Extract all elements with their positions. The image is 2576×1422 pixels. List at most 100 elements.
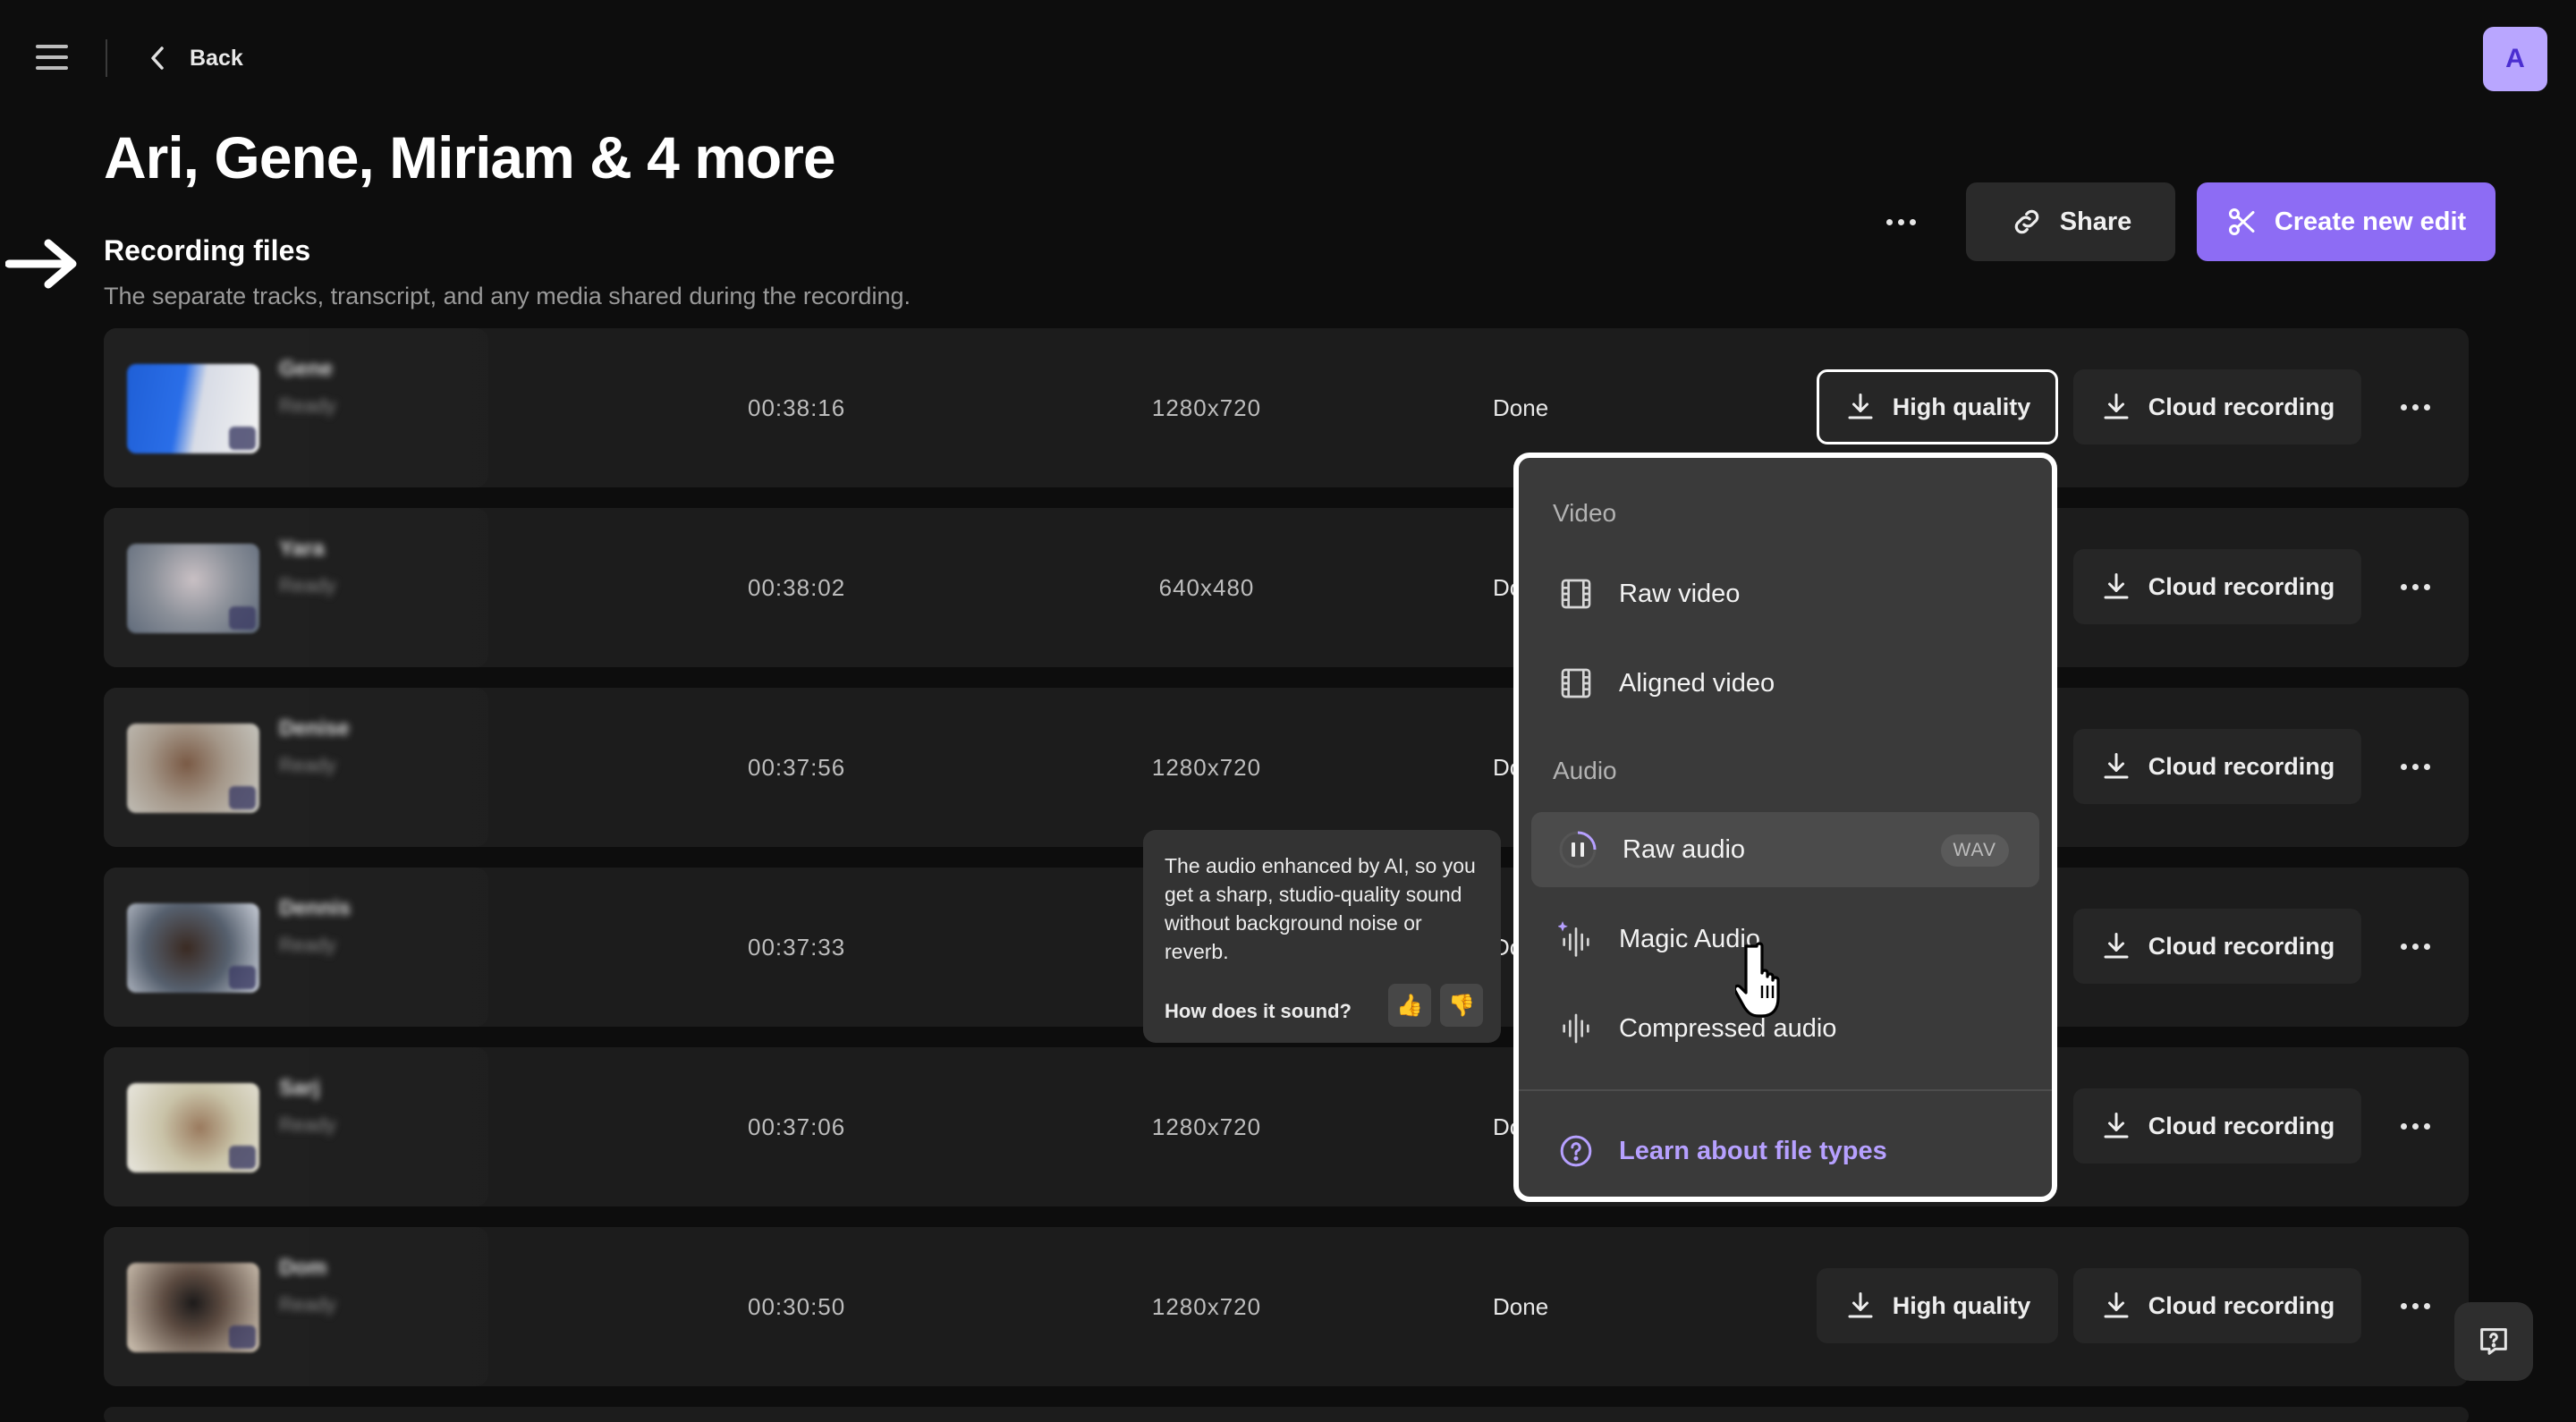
compressed-audio-label: Compressed audio xyxy=(1619,1013,1837,1043)
duration: 00:38:02 xyxy=(748,574,846,601)
row-more-button[interactable] xyxy=(2386,562,2444,612)
participant-name: Gene xyxy=(279,357,334,381)
film-icon xyxy=(1561,668,1591,698)
cloud-recording-label: Cloud recording xyxy=(2148,752,2335,780)
participant-state: Ready xyxy=(279,754,336,776)
download-icon xyxy=(1848,394,1873,419)
raw-audio-option[interactable]: Raw audio WAV xyxy=(1531,812,2039,887)
link-icon xyxy=(2014,209,2038,234)
recording-row[interactable]: YaraReady 00:38:02 640x480 Done Cloud re… xyxy=(104,508,2469,667)
participant-name: Denise xyxy=(279,716,350,741)
cloud-recording-button[interactable]: Cloud recording xyxy=(2073,549,2361,624)
video-thumbnail xyxy=(127,544,259,633)
duration: 00:38:16 xyxy=(748,394,846,421)
resolution: 1280x720 xyxy=(1151,1293,1262,1320)
help-chat-icon xyxy=(2480,1328,2507,1355)
create-new-edit-button[interactable]: Create new edit xyxy=(2197,182,2496,261)
video-heading: Video xyxy=(1553,499,1617,527)
section-subtitle: The separate tracks, transcript, and any… xyxy=(104,283,911,309)
download-icon xyxy=(2104,394,2129,419)
recording-row[interactable]: Gene Ready 00:38:16 1280x720 Done High qu… xyxy=(104,328,2469,487)
aligned-video-option[interactable]: Aligned video xyxy=(1531,646,2039,721)
cloud-recording-button[interactable]: Cloud recording xyxy=(2073,729,2361,804)
video-thumbnail xyxy=(127,1263,259,1352)
download-icon xyxy=(2104,753,2129,779)
participant-state: Ready xyxy=(279,1293,336,1316)
download-icon xyxy=(2104,1292,2129,1318)
learn-label: Learn about file types xyxy=(1619,1136,1887,1165)
wav-badge: WAV xyxy=(1940,834,2009,867)
participant-state: Ready xyxy=(279,1113,336,1136)
cloud-recording-label: Cloud recording xyxy=(2148,932,2335,960)
high-quality-button[interactable]: High quality xyxy=(1817,1268,2058,1343)
arrow-right-icon xyxy=(5,239,77,289)
cloud-recording-label: Cloud recording xyxy=(2148,1291,2335,1319)
status: Done xyxy=(1493,1293,1549,1320)
download-icon xyxy=(2104,933,2129,959)
sparkle-waveform-icon xyxy=(1558,921,1589,957)
help-circle-icon xyxy=(1560,1135,1592,1167)
share-button[interactable]: Share xyxy=(1966,182,2175,261)
divider xyxy=(106,39,107,77)
video-thumbnail xyxy=(127,1083,259,1172)
divider xyxy=(1519,1089,2052,1091)
row-more-button[interactable] xyxy=(2386,382,2444,432)
video-thumbnail xyxy=(127,903,259,993)
back-label: Back xyxy=(190,45,243,71)
waveform-icon xyxy=(1563,1013,1589,1044)
help-button[interactable] xyxy=(2454,1302,2533,1381)
create-label: Create new edit xyxy=(2274,207,2467,236)
participant-name: Yara xyxy=(279,537,325,561)
high-quality-label: High quality xyxy=(1892,1291,2031,1319)
back-button[interactable]: Back xyxy=(150,40,243,76)
download-icon xyxy=(1848,1292,1873,1318)
row-more-button[interactable] xyxy=(2386,1101,2444,1151)
resolution: 640x480 xyxy=(1158,574,1255,601)
pause-loading-icon xyxy=(1559,831,1597,868)
header-actions: Share Create new edit xyxy=(1869,182,2496,261)
cloud-recording-button[interactable]: Cloud recording xyxy=(2073,909,2361,984)
participant-name: Dennis xyxy=(279,896,352,920)
participant-name: Sarj xyxy=(279,1076,320,1100)
learn-file-types-link[interactable]: Learn about file types xyxy=(1531,1120,1887,1182)
recording-row[interactable]: SarjReady 00:37:06 1280x720 Done Cloud r… xyxy=(104,1047,2469,1206)
row-more-button[interactable] xyxy=(2386,741,2444,791)
raw-video-label: Raw video xyxy=(1619,579,1741,608)
recording-row xyxy=(104,1407,2469,1422)
recording-row[interactable]: DeniseReady 00:37:56 1280x720 Done Cloud… xyxy=(104,688,2469,847)
row-more-button[interactable] xyxy=(2386,921,2444,971)
cloud-recording-button[interactable]: Cloud recording xyxy=(2073,1268,2361,1343)
participant-state: Ready xyxy=(279,934,336,956)
recording-row[interactable]: Dom Ready 00:30:50 1280x720 Done High qua… xyxy=(104,1227,2469,1386)
video-thumbnail xyxy=(127,724,259,813)
aligned-video-label: Aligned video xyxy=(1619,668,1775,698)
cloud-recording-button[interactable]: Cloud recording xyxy=(2073,369,2361,444)
participant-name: Dom xyxy=(279,1256,327,1280)
duration: 00:37:33 xyxy=(748,934,846,961)
top-bar: Back A xyxy=(0,0,2576,116)
menu-icon[interactable] xyxy=(36,45,68,72)
thumbs-up-icon[interactable]: 👍 xyxy=(1388,984,1431,1027)
duration: 00:37:56 xyxy=(748,754,846,781)
high-quality-label: High quality xyxy=(1892,393,2031,420)
avatar[interactable]: A xyxy=(2483,27,2547,91)
thumbs-down-icon[interactable]: 👎 xyxy=(1440,984,1483,1027)
chevron-left-icon xyxy=(151,47,164,70)
video-thumbnail xyxy=(127,364,259,453)
tooltip-text: The audio enhanced by AI, so you get a s… xyxy=(1165,854,1476,963)
row-more-button[interactable] xyxy=(2386,1281,2444,1331)
raw-video-option[interactable]: Raw video xyxy=(1531,556,2039,631)
section-title: Recording files xyxy=(104,234,311,267)
resolution: 1280x720 xyxy=(1151,1113,1262,1140)
duration: 00:37:06 xyxy=(748,1113,846,1140)
more-options-button[interactable] xyxy=(1869,190,1932,253)
cloud-recording-button[interactable]: Cloud recording xyxy=(2073,1088,2361,1164)
magic-audio-tooltip: The audio enhanced by AI, so you get a s… xyxy=(1143,830,1501,1043)
participant-state: Ready xyxy=(279,394,336,417)
tooltip-question: How does it sound? xyxy=(1165,1000,1352,1022)
raw-audio-label: Raw audio xyxy=(1623,834,1746,864)
participant-state: Ready xyxy=(279,574,336,597)
cloud-recording-label: Cloud recording xyxy=(2148,393,2335,420)
high-quality-button[interactable]: High quality xyxy=(1817,369,2058,444)
download-icon xyxy=(2104,1113,2129,1138)
